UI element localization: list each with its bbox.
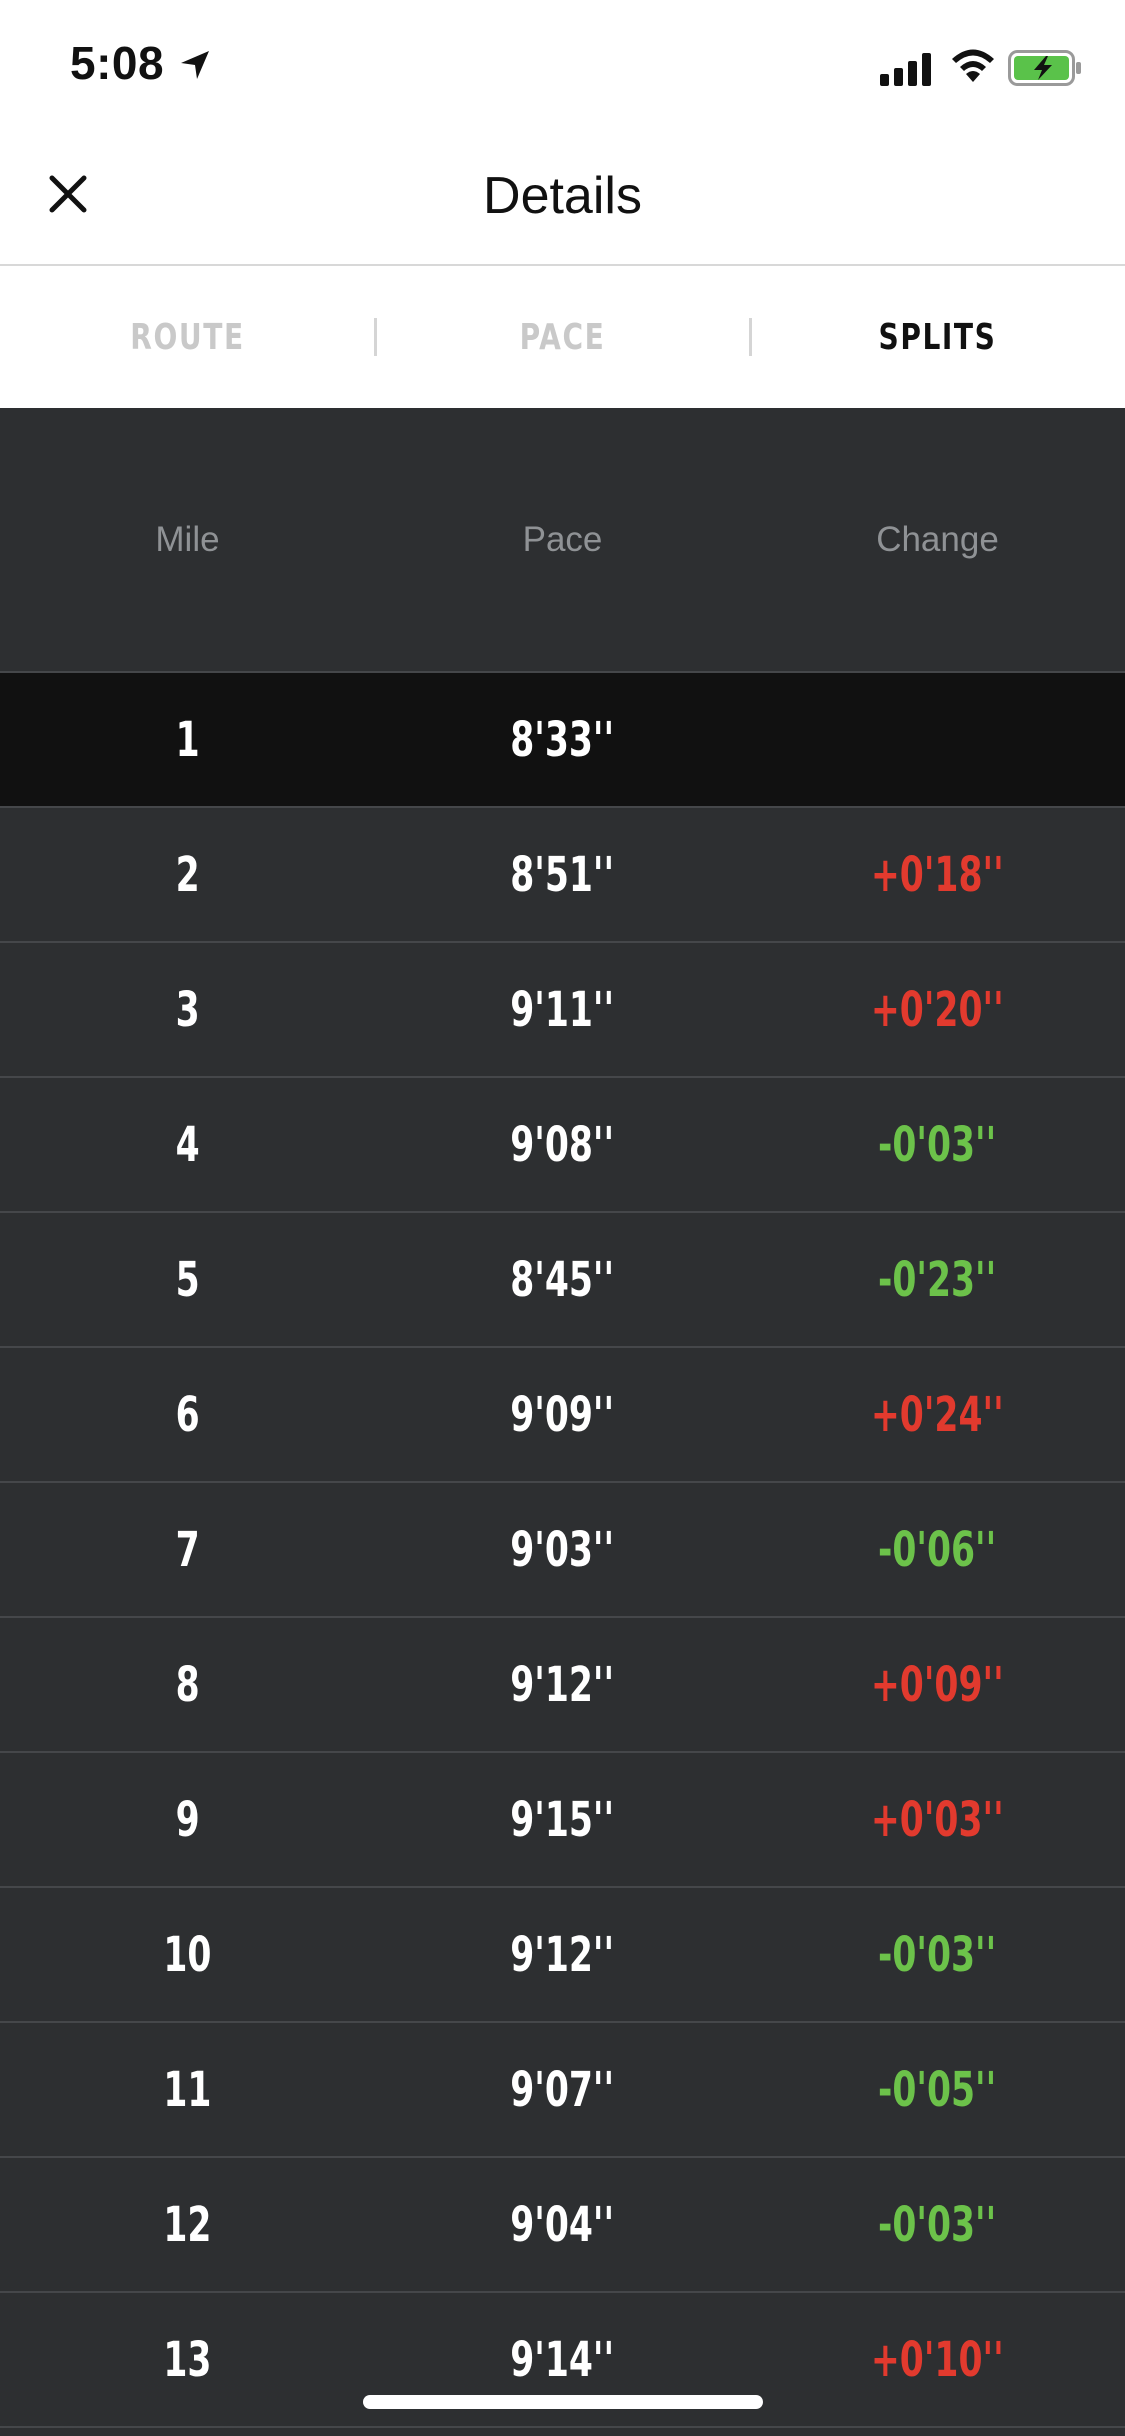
mile-cell: 8 (175, 1656, 200, 1713)
mile-cell: 12 (163, 2196, 212, 2253)
change-cell: -0'23'' (878, 1251, 997, 1308)
pace-cell: 9'07'' (510, 2061, 615, 2118)
split-row[interactable]: 5 8'45'' -0'23'' (0, 1213, 1125, 1348)
split-row[interactable]: 8 9'12'' +0'09'' (0, 1618, 1125, 1753)
split-row[interactable]: 6 9'09'' +0'24'' (0, 1348, 1125, 1483)
pace-cell: 9'08'' (510, 1116, 615, 1173)
pace-cell: 8'45'' (510, 1251, 615, 1308)
change-cell (750, 673, 1125, 806)
tab-route[interactable]: ROUTE (41, 266, 334, 408)
change-cell: -0'06'' (878, 1521, 997, 1578)
split-row[interactable]: 11 9'07'' -0'05'' (0, 2023, 1125, 2158)
change-cell: -0'03'' (878, 1926, 997, 1983)
change-cell: +0'10'' (871, 2331, 1004, 2388)
change-cell: -0'05'' (878, 2061, 997, 2118)
split-row[interactable]: 10 9'12'' -0'03'' (0, 1888, 1125, 2023)
splits-table-header: Mile Pace Change (0, 408, 1125, 673)
pace-cell: 9'04'' (510, 2196, 615, 2253)
battery-charging-icon (1008, 50, 1084, 91)
change-cell: +0'18'' (871, 846, 1004, 903)
change-cell: +0'20'' (871, 981, 1004, 1038)
mile-cell: 2 (175, 846, 200, 903)
pace-cell: 9'09'' (510, 1386, 615, 1443)
mile-cell: 3 (175, 981, 200, 1038)
pace-cell: 8'51'' (510, 846, 615, 903)
split-row[interactable]: 9 9'15'' +0'03'' (0, 1753, 1125, 1888)
column-header-change: Change (876, 519, 999, 559)
tab-pace[interactable]: PACE (416, 266, 709, 408)
splits-table: 1 8'33'' 2 8'51'' +0'18'' 3 9'11'' +0'20… (0, 673, 1125, 2428)
tab-bar: ROUTE PACE SPLITS (0, 266, 1125, 408)
pace-cell: 9'03'' (510, 1521, 615, 1578)
mile-cell: 6 (175, 1386, 200, 1443)
status-bar: 5:08 (0, 0, 1125, 132)
split-row[interactable]: 7 9'03'' -0'06'' (0, 1483, 1125, 1618)
mile-cell: 5 (175, 1251, 200, 1308)
page-title: Details (483, 167, 642, 225)
split-row[interactable]: 4 9'08'' -0'03'' (0, 1078, 1125, 1213)
cellular-signal-icon (880, 52, 934, 91)
mile-cell: 11 (163, 2061, 212, 2118)
nav-bar: Details (0, 132, 1125, 266)
pace-cell: 9'12'' (510, 1926, 615, 1983)
change-cell: +0'03'' (871, 1791, 1004, 1848)
wifi-icon (948, 46, 998, 89)
status-time: 5:08 (70, 37, 165, 89)
split-row[interactable]: 2 8'51'' +0'18'' (0, 808, 1125, 943)
split-row[interactable]: 3 9'11'' +0'20'' (0, 943, 1125, 1078)
mile-cell: 10 (163, 1926, 212, 1983)
pace-cell: 9'12'' (510, 1656, 615, 1713)
split-row[interactable]: 1 8'33'' (0, 673, 1125, 808)
mile-cell: 13 (163, 2331, 212, 2388)
change-cell: -0'03'' (878, 2196, 997, 2253)
change-cell: -0'03'' (878, 1116, 997, 1173)
tab-splits[interactable]: SPLITS (791, 266, 1084, 408)
pace-cell: 9'11'' (510, 981, 615, 1038)
mile-cell: 4 (175, 1116, 200, 1173)
mile-cell: 1 (175, 711, 200, 768)
tab-divider (749, 318, 752, 356)
mile-cell: 9 (175, 1791, 200, 1848)
change-cell: +0'24'' (871, 1386, 1004, 1443)
mile-cell: 7 (175, 1521, 200, 1578)
column-header-mile: Mile (155, 519, 220, 559)
pace-cell: 9'15'' (510, 1791, 615, 1848)
split-row[interactable]: 12 9'04'' -0'03'' (0, 2158, 1125, 2293)
location-arrow-icon (178, 48, 212, 87)
tab-divider (374, 318, 377, 356)
column-header-pace: Pace (522, 519, 603, 559)
change-cell: +0'09'' (871, 1656, 1004, 1713)
pace-cell: 8'33'' (510, 711, 615, 768)
home-indicator[interactable] (363, 2395, 763, 2409)
